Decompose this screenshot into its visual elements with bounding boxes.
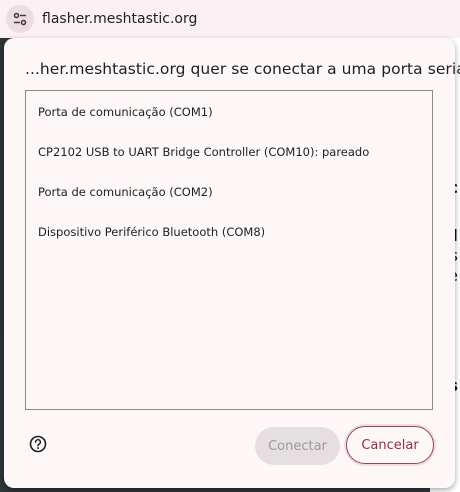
serial-port-dialog: ...her.meshtastic.org quer se conectar a… <box>4 38 460 488</box>
port-item[interactable]: CP2102 USB to UART Bridge Controller (CO… <box>38 145 369 159</box>
url-text[interactable]: flasher.meshtastic.org <box>42 11 197 27</box>
browser-viewport: c l s e s flasher.meshtastic.org ...her.… <box>0 0 460 492</box>
connect-button[interactable]: Conectar <box>255 427 340 465</box>
address-bar: flasher.meshtastic.org <box>0 0 460 38</box>
help-button[interactable] <box>29 435 47 453</box>
site-info-button[interactable] <box>6 5 34 33</box>
help-circle-icon <box>29 435 47 453</box>
port-item[interactable]: Porta de comunicação (COM2) <box>38 185 213 199</box>
dialog-title: ...her.meshtastic.org quer se conectar a… <box>25 60 460 78</box>
port-list[interactable]: Porta de comunicação (COM1) CP2102 USB t… <box>25 90 433 410</box>
port-item[interactable]: Porta de comunicação (COM1) <box>38 105 213 119</box>
port-item[interactable]: Dispositivo Periférico Bluetooth (COM8) <box>38 225 265 239</box>
tune-icon <box>13 12 27 26</box>
cancel-button[interactable]: Cancelar <box>346 426 434 464</box>
